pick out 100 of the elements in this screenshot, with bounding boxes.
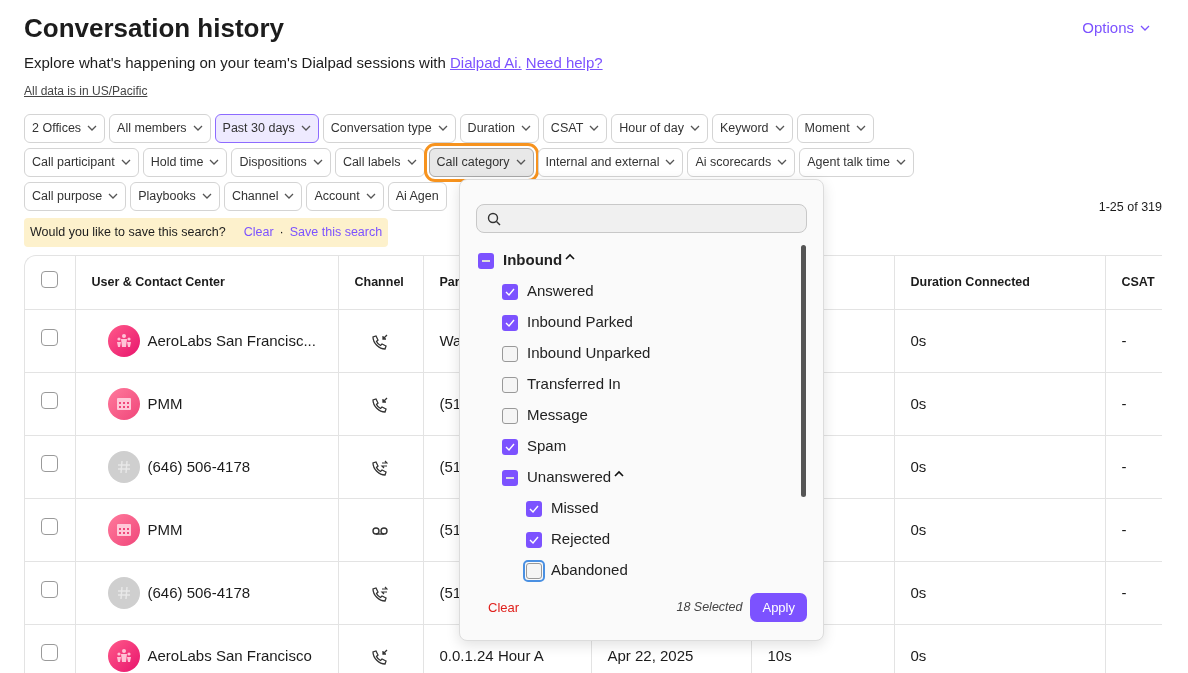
table-cell: (51 [439,520,462,538]
checkbox[interactable] [478,252,494,269]
table-cell: (51 [439,583,462,601]
filter-chip[interactable]: Ai scorecards [687,147,796,177]
filter-chip[interactable]: CSAT [542,113,608,143]
table-cell: 0s [910,520,927,538]
contact-name: PMM [147,519,183,540]
option-label: Message [527,405,588,426]
filter-chip[interactable]: Dispositions [231,147,331,177]
filter-chip[interactable]: Call purpose [24,181,127,211]
filter-chip[interactable]: Account [306,181,384,211]
option-label: Inbound [503,250,563,271]
caret-icon [515,159,526,165]
clear-button[interactable]: Clear [488,597,520,618]
save-action-link[interactable]: Save this search [289,222,383,242]
caret-icon [1140,25,1150,31]
table-cell: Apr 22, 2025 [607,646,694,664]
phone-incoming-icon [371,333,388,350]
caret-icon [192,125,203,131]
search-field[interactable] [476,204,807,233]
minus-icon [506,476,514,479]
caret-icon [895,159,906,165]
filter-chip[interactable]: All members [109,113,211,143]
filter-chip[interactable]: Keyword [711,113,793,143]
caret-icon [120,159,131,165]
checkbox[interactable] [502,438,518,455]
checkbox[interactable] [41,392,58,410]
scrollbar[interactable] [801,245,806,497]
table-cell: 0s [910,583,927,601]
check-icon [505,442,515,451]
contact-name: PMM [147,393,183,414]
column-header: Duration Connected [910,274,1030,289]
option-label: Missed [551,498,599,519]
filter-chip[interactable]: Internal and external [537,147,684,177]
caret-icon [201,193,212,199]
help-link[interactable]: Dialpad Ai. [449,54,522,71]
checkbox[interactable] [41,581,58,599]
separator-dot: · [279,223,284,241]
save-action-link[interactable]: Clear [243,222,274,242]
checkbox[interactable] [41,455,58,473]
checkbox[interactable] [502,469,518,486]
checkbox[interactable] [41,270,58,288]
calendar-avatar-icon [115,522,132,538]
filter-chip[interactable]: Past 30 days [214,113,319,143]
filter-chip[interactable]: Duration [459,113,539,143]
selected-count: 18 Selected [676,599,743,617]
checkbox[interactable] [41,518,58,536]
check-icon [529,535,539,544]
group-avatar-icon [115,333,132,349]
table-cell: 10s [767,646,792,664]
checkbox[interactable] [41,644,58,662]
checkbox[interactable] [526,500,542,517]
option-label: Inbound Unparked [527,343,651,364]
caret-icon [284,193,295,199]
caret-icon [437,125,448,131]
option-label: Spam [527,436,567,457]
filter-chip[interactable]: Playbooks [130,181,220,211]
checkbox[interactable] [502,376,518,393]
search-icon [487,211,501,226]
filter-chip[interactable]: Channel [223,181,303,211]
contact-name: AeroLabs San Francisco [147,645,312,666]
table-cell: 0s [910,457,927,475]
filter-chip[interactable]: Hold time [142,147,228,177]
filter-chip[interactable]: Agent talk time [799,147,914,177]
filter-chip[interactable]: Hour of day [611,113,708,143]
caret-icon [406,159,417,165]
checkbox[interactable] [502,407,518,424]
caret-icon [209,159,220,165]
timezone-note: All data is in US/Pacific [24,82,148,100]
phone-transfer-icon [371,585,388,602]
table-cell: - [1121,520,1127,538]
column-header: CSAT [1121,274,1155,289]
checkbox[interactable] [41,329,58,347]
filter-chip[interactable]: Conversation type [322,113,456,143]
filter-chip[interactable]: Ai Agen [387,181,447,211]
caret-icon [300,125,311,131]
chevron-up-icon[interactable] [614,470,625,477]
chevron-up-icon[interactable] [565,253,576,260]
checkbox[interactable] [502,345,518,362]
checkbox[interactable] [502,314,518,331]
checkbox[interactable] [526,531,542,548]
option-label: Inbound Parked [527,312,633,333]
check-icon [529,504,539,513]
filter-chip[interactable]: 2 Offices [24,113,106,143]
filter-chip[interactable]: Call participant [24,147,139,177]
help-link[interactable]: Need help? [525,54,603,71]
column-header: Channel [354,274,404,289]
option-label: Unanswered [527,467,612,488]
caret-icon [87,125,98,131]
page-title: Conversation history [24,12,285,44]
caret-icon [777,159,788,165]
caret-icon [589,125,600,131]
checkbox[interactable] [502,283,518,300]
column-header: User & Contact Center [91,274,225,289]
filter-chip[interactable]: Moment [796,113,874,143]
caret-icon [108,193,119,199]
apply-button[interactable]: Apply [750,593,807,622]
options-button[interactable]: Options [1082,16,1150,40]
pagination-count: 1-25 of 319 [1098,198,1162,216]
filter-chip[interactable]: Call labels [334,147,425,177]
